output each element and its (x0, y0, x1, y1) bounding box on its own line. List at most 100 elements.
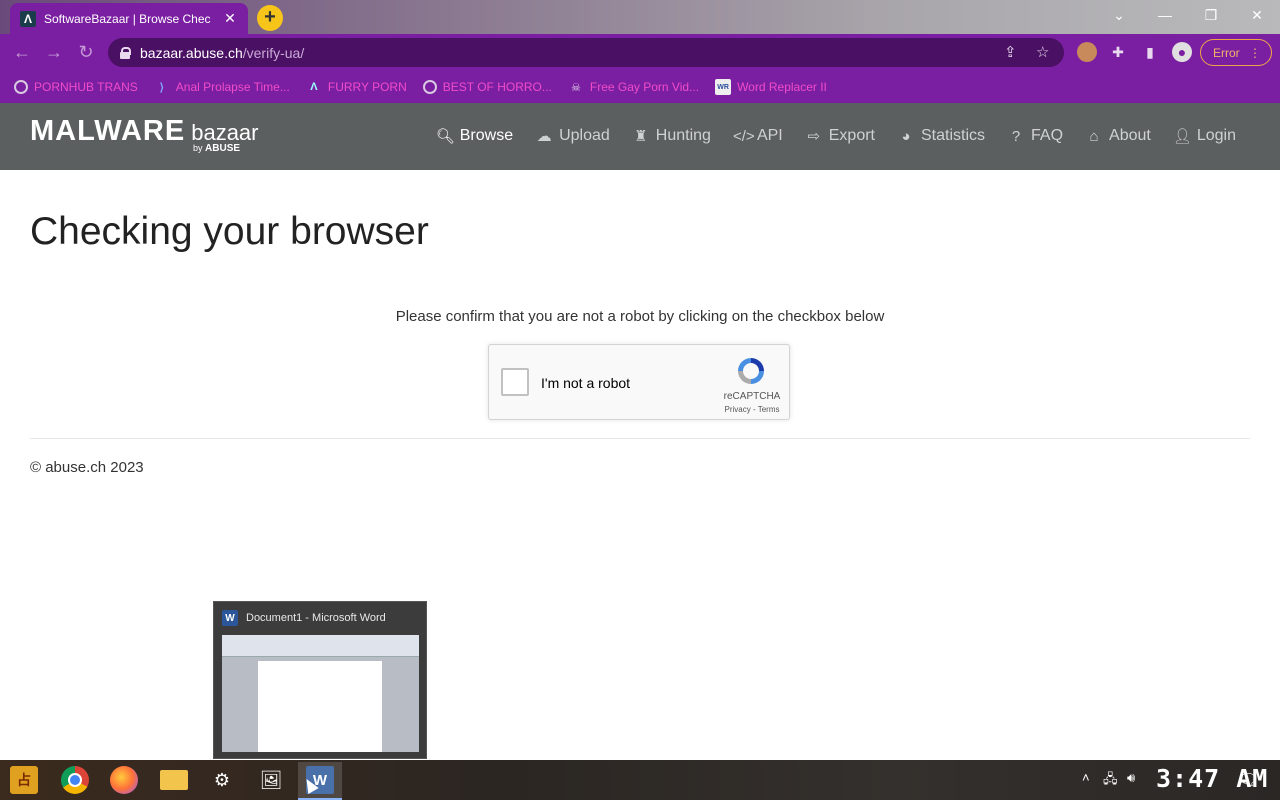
preview-header: W Document1 - Microsoft Word (222, 610, 386, 626)
start-button[interactable]: 占 (10, 766, 38, 794)
bookmark-label: FURRY PORN (327, 80, 407, 94)
tab-title: SoftwareBazaar | Browse Chec (44, 11, 211, 26)
error-label: Error (1213, 45, 1240, 60)
main-nav: 🔍︎ Browse ☁ Upload ♜ Hunting </> API ⇨ E… (436, 127, 1236, 145)
browser-tab-active[interactable]: Λ SoftwareBazaar | Browse Chec ✕ (10, 3, 248, 34)
bracket-icon: ⟩ (159, 81, 164, 94)
tray-overflow-chevron-icon[interactable]: ˄ (1082, 770, 1090, 785)
pie-chart-icon: ◕ (901, 127, 911, 145)
extensions-puzzle-icon[interactable]: ✚ (1108, 42, 1128, 62)
nav-browse[interactable]: 🔍︎ Browse (436, 127, 513, 145)
recaptcha-logo-icon (738, 358, 764, 384)
globe-icon (14, 80, 28, 94)
recaptcha-privacy-terms-link[interactable]: Privacy - Terms (717, 405, 787, 414)
nav-statistics[interactable]: ◕ Statistics (897, 127, 985, 145)
search-icon: 🔍︎ (435, 128, 455, 145)
taskbar-clock[interactable]: 3:47 AM (1156, 764, 1268, 793)
profile-error-button[interactable]: Error ⋮ (1200, 39, 1272, 66)
nav-label: Hunting (655, 127, 711, 144)
cloud-upload-icon: ☁ (536, 128, 552, 145)
new-tab-button[interactable]: + (257, 5, 283, 31)
lambda-icon: Λ (310, 81, 318, 93)
logo-by-text: by (193, 143, 203, 153)
address-bar[interactable]: bazaar.abuse.ch/verify-ua/ ⇪ ☆ (108, 38, 1064, 67)
institution-icon: ⌂ (1089, 127, 1099, 145)
recaptcha-widget: I'm not a robot reCAPTCHA Privacy - Term… (488, 344, 790, 420)
logo-byline: by ABUSE (193, 143, 240, 154)
extension-avatar-icon[interactable] (1077, 42, 1097, 62)
bookmark-item[interactable]: WR Word Replacer II (715, 79, 827, 95)
windows-taskbar: 占 ⚙ 🖼︎ W ˄ 🖧 🔊︎ 🗨︎ (0, 760, 1280, 800)
thumbnail-ribbon (222, 635, 419, 657)
share-icon[interactable]: ⇪ (1004, 43, 1017, 61)
url-path: /verify-ua/ (242, 44, 305, 61)
nav-export[interactable]: ⇨ Export (805, 127, 875, 145)
castle-icon: ♜ (634, 128, 648, 145)
chrome-taskbar-icon[interactable] (61, 766, 89, 794)
bookmark-label: Word Replacer II (737, 80, 827, 94)
firefox-taskbar-icon[interactable] (110, 766, 138, 794)
nav-faq[interactable]: ? FAQ (1007, 127, 1063, 145)
lock-icon[interactable] (120, 46, 131, 59)
tab-search-dropdown-icon[interactable]: ⌄ (1096, 0, 1142, 30)
nav-api[interactable]: </> API (733, 127, 783, 145)
export-icon: ⇨ (807, 128, 821, 145)
nav-hunting[interactable]: ♜ Hunting (632, 127, 711, 145)
recaptcha-label: I'm not a robot (541, 375, 631, 391)
close-window-button[interactable]: ✕ (1234, 0, 1280, 30)
thumbnail-page (258, 661, 382, 752)
nav-label: Login (1196, 127, 1236, 144)
code-icon: </> (732, 127, 755, 145)
nav-about[interactable]: ⌂ About (1085, 127, 1151, 145)
bookmarks-bar: PORNHUB TRANS ⟩ Anal Prolapse Time... Λ … (0, 71, 1280, 103)
site-header: MALWARE bazaar by ABUSE 🔍︎ Browse ☁ Uploa… (0, 103, 1280, 170)
logo-main-text: MALWARE (30, 115, 186, 147)
nav-label: About (1109, 127, 1151, 144)
word-app-icon: W (222, 610, 238, 626)
tab-close-icon[interactable]: ✕ (222, 10, 238, 27)
nav-login[interactable]: 👤︎ Login (1173, 127, 1236, 145)
bookmark-star-icon[interactable]: ☆ (1036, 43, 1049, 61)
restore-button[interactable]: ❐ (1188, 0, 1234, 30)
bookmark-item[interactable]: BEST OF HORRO... (422, 80, 552, 94)
tab-favicon-icon: Λ (20, 10, 36, 27)
bookmark-item[interactable]: ⟩ Anal Prolapse Time... (154, 79, 290, 95)
bookmark-label: Anal Prolapse Time... (175, 80, 290, 94)
forward-arrow-icon[interactable]: → (42, 40, 66, 64)
taskbar-window-preview[interactable]: W Document1 - Microsoft Word (213, 601, 427, 759)
minimize-button[interactable]: — (1142, 0, 1188, 30)
network-icon[interactable]: 🖧 (1103, 770, 1118, 792)
profile-icon[interactable]: ● (1172, 42, 1192, 62)
nav-label: Export (828, 127, 875, 144)
preview-title: Document1 - Microsoft Word (246, 612, 386, 624)
question-icon: ? (1011, 127, 1021, 145)
nav-upload[interactable]: ☁ Upload (535, 127, 610, 145)
skull-icon: ☠ (570, 81, 581, 94)
recaptcha-brand: reCAPTCHA (723, 391, 781, 402)
file-explorer-taskbar-icon[interactable] (160, 770, 188, 790)
bookmark-item[interactable]: Λ FURRY PORN (306, 79, 407, 95)
reload-icon[interactable]: ↻ (74, 40, 98, 64)
globe-icon (422, 80, 437, 94)
url-text: bazaar.abuse.ch/verify-ua/ (140, 45, 304, 61)
back-arrow-icon[interactable]: ← (10, 40, 34, 64)
logo-brand-text: ABUSE (205, 143, 241, 154)
settings-gear-icon[interactable]: ⚙ (208, 766, 236, 794)
menu-kebab-icon: ⋮ (1249, 45, 1261, 60)
preview-thumbnail[interactable] (222, 635, 419, 752)
url-host: bazaar.abuse.ch (140, 44, 243, 61)
photos-taskbar-icon[interactable]: 🖼︎ (257, 766, 285, 794)
browser-toolbar: ← → ↻ bazaar.abuse.ch/verify-ua/ ⇪ ☆ ✚ ▮… (0, 34, 1280, 71)
bookmark-label: BEST OF HORRO... (442, 80, 552, 94)
bookmark-label: Free Gay Porn Vid... (589, 80, 700, 94)
captcha-instruction: Please confirm that you are not a robot … (395, 308, 885, 325)
page-title: Checking your browser (30, 210, 429, 253)
recaptcha-checkbox[interactable] (501, 368, 529, 396)
bookmark-item[interactable]: PORNHUB TRANS (14, 80, 138, 94)
side-panel-icon[interactable]: ▮ (1140, 42, 1160, 62)
nav-label: API (756, 127, 783, 144)
user-icon: 👤︎ (1172, 128, 1192, 145)
nav-label: Upload (559, 127, 610, 144)
volume-icon[interactable]: 🔊︎ (1127, 770, 1135, 786)
bookmark-item[interactable]: ☠ Free Gay Porn Vid... (568, 79, 699, 95)
